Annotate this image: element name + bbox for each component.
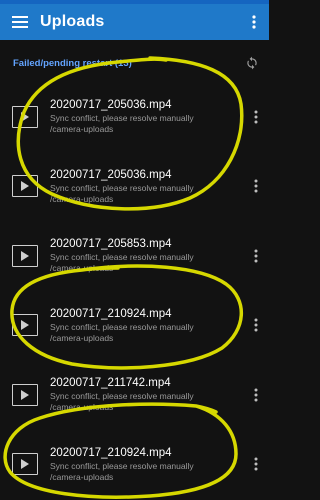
upload-texts: 20200717_210924.mp4 Sync conflict, please… [50,446,243,483]
upload-filename: 20200717_210924.mp4 [50,307,172,320]
upload-row[interactable]: 20200717_205036.mp4 Sync conflict, please… [0,152,269,222]
more-vertical-icon [254,388,258,402]
section-header: Failed/pending restart (13) [0,48,269,78]
retry-all-button[interactable] [235,48,269,78]
more-vertical-icon [252,15,256,29]
upload-path: /camera-uploads [50,193,114,204]
hamburger-menu-icon [12,16,28,28]
upload-texts: 20200717_205853.mp4 Sync conflict, please… [50,237,243,274]
upload-texts: 20200717_205036.mp4 Sync conflict, please… [50,168,243,205]
more-vertical-icon [254,179,258,193]
upload-row[interactable]: 20200717_205036.mp4 Sync conflict, please… [0,82,269,152]
play-icon [21,389,29,400]
upload-filename: 20200717_205853.mp4 [50,238,172,251]
upload-status: Sync conflict, please resolve manually [50,460,194,471]
play-icon [21,250,29,261]
upload-texts: 20200717_205036.mp4 Sync conflict, please… [50,98,243,135]
more-vertical-icon [254,110,258,124]
uploads-list: 20200717_205036.mp4 Sync conflict, please… [0,82,269,499]
row-overflow-button[interactable] [243,97,269,137]
upload-filename: 20200717_205036.mp4 [50,168,172,181]
video-thumbnail [12,383,38,406]
video-thumbnail [12,314,38,337]
row-overflow-button[interactable] [243,305,269,345]
video-thumbnail [12,175,38,198]
upload-path: /camera-uploads [50,402,114,413]
upload-status: Sync conflict, please resolve manually [50,321,194,332]
upload-row[interactable]: 20200717_205853.mp4 Sync conflict, please… [0,221,269,291]
upload-filename: 20200717_211742.mp4 [50,377,171,390]
play-icon [21,320,29,331]
app-bar: Uploads [0,4,269,40]
upload-path: /camera-uploads [50,124,114,135]
upload-status: Sync conflict, please resolve manually [50,113,194,124]
play-icon [21,459,29,470]
upload-filename: 20200717_210924.mp4 [50,446,172,459]
video-thumbnail [12,453,38,476]
row-overflow-button[interactable] [243,375,269,415]
more-vertical-icon [254,249,258,263]
row-overflow-button[interactable] [243,444,269,484]
upload-path: /camera-uploads [50,471,114,482]
upload-texts: 20200717_210924.mp4 Sync conflict, please… [50,307,243,344]
menu-button[interactable] [0,4,40,40]
video-thumbnail [12,244,38,267]
upload-row[interactable]: 20200717_211742.mp4 Sync conflict, please… [0,360,269,430]
upload-status: Sync conflict, please resolve manually [50,182,194,193]
play-icon [21,181,29,192]
sync-icon [247,56,257,70]
upload-filename: 20200717_205036.mp4 [50,99,172,112]
section-title: Failed/pending restart (13) [13,57,132,69]
page-title: Uploads [40,13,105,30]
more-vertical-icon [254,457,258,471]
upload-row[interactable]: 20200717_210924.mp4 Sync conflict, please… [0,430,269,500]
upload-texts: 20200717_211742.mp4 Sync conflict, please… [50,376,243,413]
upload-status: Sync conflict, please resolve manually [50,391,194,402]
video-thumbnail [12,105,38,128]
upload-path: /camera-uploads [50,332,114,343]
upload-status: Sync conflict, please resolve manually [50,252,194,263]
row-overflow-button[interactable] [243,166,269,206]
more-vertical-icon [254,318,258,332]
overflow-menu-button[interactable] [239,4,269,40]
row-overflow-button[interactable] [243,236,269,276]
upload-path: /camera-uploads [50,263,114,274]
play-icon [21,111,29,122]
upload-row[interactable]: 20200717_210924.mp4 Sync conflict, please… [0,291,269,361]
